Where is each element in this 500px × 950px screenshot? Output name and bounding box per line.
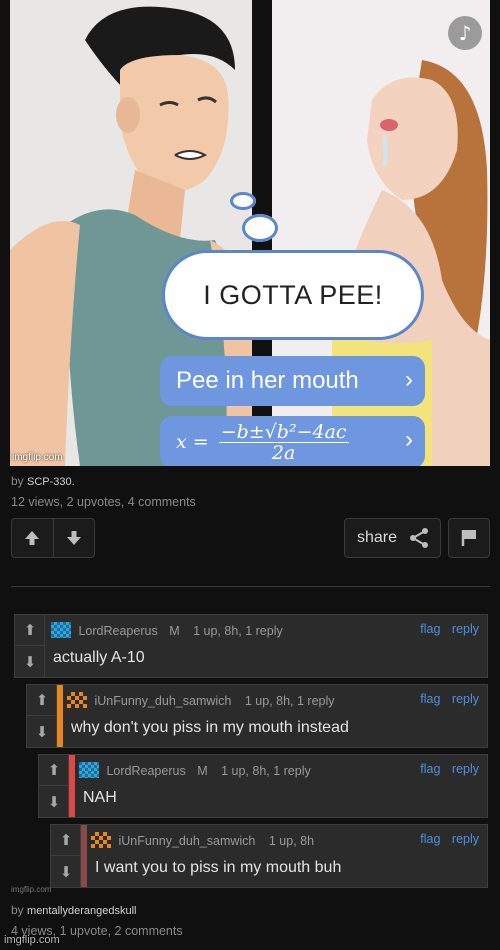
comment: ⬆ ⬇ iUnFunny_duh_samwich 1 up, 8h flag r… bbox=[50, 824, 488, 888]
thought-cloud: I GOTTA PEE! bbox=[162, 250, 424, 340]
comment: ⬆ ⬇ iUnFunny_duh_samwich 1 up, 8h, 1 rep… bbox=[26, 684, 488, 748]
flag-button[interactable] bbox=[448, 518, 490, 558]
comment: ⬆ ⬇ LordReaperus M 1 up, 8h, 1 reply fla… bbox=[38, 754, 488, 818]
post-stats: 12 views, 2 upvotes, 4 comments bbox=[11, 495, 196, 509]
section-divider bbox=[11, 586, 490, 587]
flag-link[interactable]: flag bbox=[420, 692, 440, 706]
comment-username[interactable]: iUnFunny_duh_samwich bbox=[118, 834, 255, 848]
flag-link[interactable]: flag bbox=[420, 622, 440, 636]
reply-link[interactable]: reply bbox=[452, 762, 479, 776]
thought-text: I GOTTA PEE! bbox=[203, 279, 383, 310]
mod-badge: M bbox=[169, 624, 180, 638]
comment-actions: flag reply bbox=[420, 622, 479, 636]
imgflip-watermark-bottom: imgflip.com bbox=[4, 934, 60, 946]
meme-image[interactable]: ♪ I GOTTA PEE! Pee in her mouth › x = −b… bbox=[10, 0, 490, 466]
chevron-right-icon: › bbox=[405, 426, 413, 453]
comment-meta: 1 up, 8h, 1 reply bbox=[193, 624, 283, 638]
option-formula-button: x = −b±√b²−4ac 2a › bbox=[160, 416, 425, 466]
comment-username[interactable]: iUnFunny_duh_samwich bbox=[94, 694, 231, 708]
formula-lhs: x = bbox=[176, 431, 209, 453]
comment-upvote-button[interactable]: ⬆ bbox=[15, 615, 45, 646]
comment-username[interactable]: LordReaperus bbox=[106, 764, 185, 778]
option-pee-label: Pee in her mouth bbox=[176, 367, 359, 394]
reply-link[interactable]: reply bbox=[452, 692, 479, 706]
screenshot-author-line: by mentallyderangedskull bbox=[11, 903, 136, 917]
comment-upvote-button[interactable]: ⬆ bbox=[27, 685, 57, 716]
comment-depth-bar bbox=[57, 685, 63, 747]
formula-numerator: −b±√b²−4ac bbox=[218, 420, 349, 443]
formula-fraction: −b±√b²−4ac 2a bbox=[218, 420, 349, 464]
comment-actions: flag reply bbox=[420, 832, 479, 846]
option-pee-button: Pee in her mouth › bbox=[160, 356, 425, 406]
avatar[interactable] bbox=[51, 622, 71, 638]
post-author-line: by SCP-330. bbox=[11, 474, 75, 488]
comment-meta: 1 up, 8h, 1 reply bbox=[244, 694, 335, 708]
comment-username[interactable]: LordReaperus bbox=[78, 624, 157, 638]
imgflip-watermark-small: imgflip.com bbox=[11, 885, 52, 894]
comment-downvote-button[interactable]: ⬇ bbox=[39, 786, 69, 817]
comment-meta: 1 up, 8h bbox=[268, 834, 315, 848]
comment-downvote-button[interactable]: ⬇ bbox=[27, 716, 57, 747]
comment-header: iUnFunny_duh_samwich 1 up, 8h bbox=[91, 832, 314, 848]
comment-vote: ⬆ ⬇ bbox=[27, 685, 57, 747]
page: ♪ I GOTTA PEE! Pee in her mouth › x = −b… bbox=[0, 0, 500, 950]
avatar[interactable] bbox=[67, 692, 87, 708]
flag-icon bbox=[461, 530, 476, 546]
share-label: share bbox=[357, 529, 398, 546]
comment-header: LordReaperus M 1 up, 8h, 1 reply bbox=[51, 622, 283, 638]
thought-bubble-dot-large bbox=[242, 214, 278, 242]
comment-vote: ⬆ ⬇ bbox=[15, 615, 45, 677]
comment-vote: ⬆ ⬇ bbox=[39, 755, 69, 817]
comment: ⬆ ⬇ LordReaperus M 1 up, 8h, 1 reply fla… bbox=[14, 614, 488, 678]
thought-bubble-dot-small bbox=[230, 192, 256, 210]
comment-upvote-button[interactable]: ⬆ bbox=[39, 755, 69, 786]
comment-vote: ⬆ ⬇ bbox=[51, 825, 81, 887]
comment-text: I want you to piss in my mouth buh bbox=[95, 859, 342, 876]
music-note-icon[interactable]: ♪ bbox=[448, 16, 482, 50]
share-button[interactable]: share bbox=[344, 518, 441, 558]
flag-link[interactable]: flag bbox=[420, 832, 440, 846]
avatar[interactable] bbox=[91, 832, 111, 848]
by-prefix: by bbox=[11, 903, 24, 917]
formula-denominator: 2a bbox=[271, 441, 296, 464]
comment-meta: 1 up, 8h, 1 reply bbox=[221, 764, 311, 778]
comment-downvote-button[interactable]: ⬇ bbox=[51, 856, 81, 887]
reply-link[interactable]: reply bbox=[452, 622, 479, 636]
arrow-up-icon bbox=[25, 531, 40, 545]
comment-depth-bar bbox=[81, 825, 87, 887]
comment-text: NAH bbox=[83, 789, 117, 806]
arrow-down-icon bbox=[66, 531, 81, 545]
by-prefix: by bbox=[11, 474, 24, 488]
reply-link[interactable]: reply bbox=[452, 832, 479, 846]
mod-badge: M bbox=[197, 764, 208, 778]
comment-upvote-button[interactable]: ⬆ bbox=[51, 825, 81, 856]
chevron-right-icon: › bbox=[405, 366, 413, 393]
upvote-button[interactable] bbox=[12, 519, 53, 557]
flag-link[interactable]: flag bbox=[420, 762, 440, 776]
comment-depth-bar bbox=[69, 755, 75, 817]
post-vote-group bbox=[11, 518, 95, 558]
screenshot-author-link[interactable]: mentallyderangedskull bbox=[27, 905, 136, 917]
post-author-link[interactable]: SCP-330. bbox=[27, 476, 75, 488]
share-icon bbox=[410, 528, 428, 548]
downvote-button[interactable] bbox=[52, 519, 94, 557]
comment-actions: flag reply bbox=[420, 692, 479, 706]
comment-header: iUnFunny_duh_samwich 1 up, 8h, 1 reply bbox=[67, 692, 335, 708]
imgflip-watermark: imgflip.com bbox=[12, 452, 63, 463]
comment-downvote-button[interactable]: ⬇ bbox=[15, 646, 45, 677]
avatar[interactable] bbox=[79, 762, 99, 778]
comment-text: why don't you piss in my mouth instead bbox=[71, 719, 349, 736]
comment-actions: flag reply bbox=[420, 762, 479, 776]
comment-header: LordReaperus M 1 up, 8h, 1 reply bbox=[79, 762, 311, 778]
comment-text: actually A-10 bbox=[53, 649, 145, 666]
